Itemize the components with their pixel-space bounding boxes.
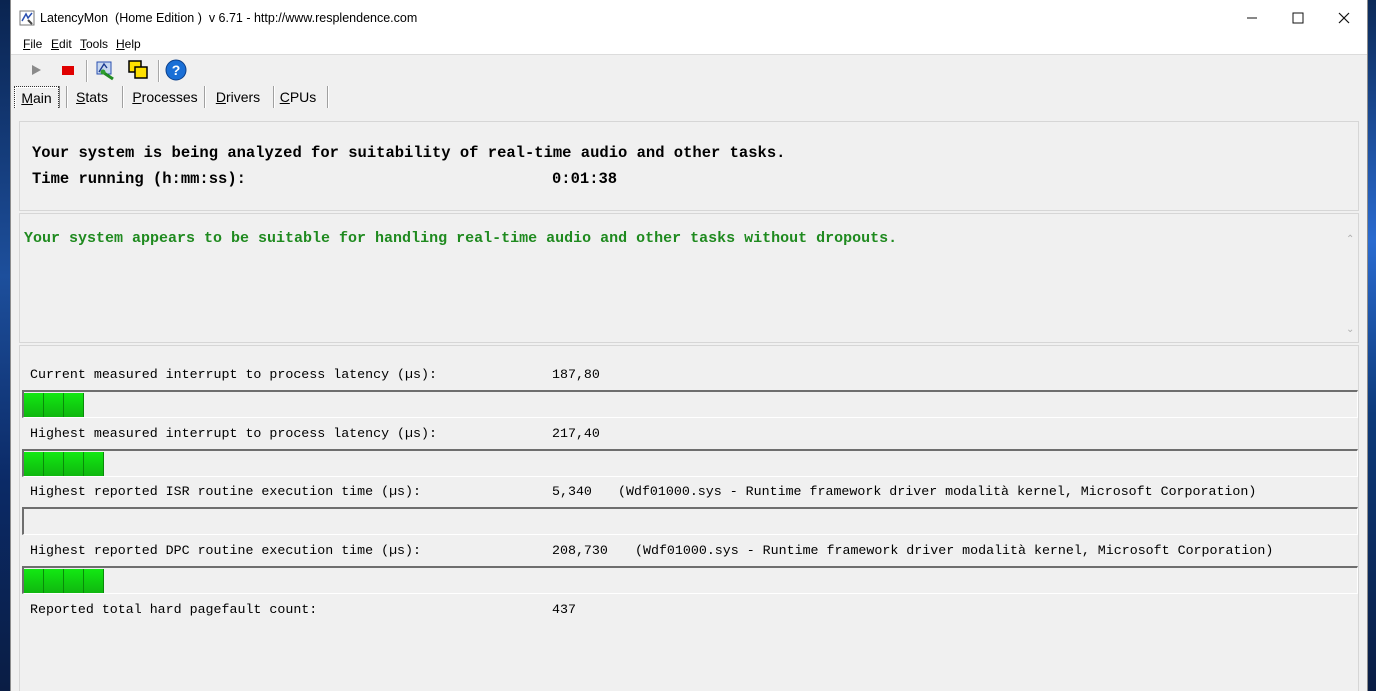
close-button[interactable] — [1321, 0, 1367, 36]
app-icon — [19, 10, 35, 26]
bar-segment — [44, 569, 64, 593]
tab-stats[interactable]: Stats — [69, 86, 115, 108]
stop-button[interactable] — [56, 58, 80, 82]
tab-separator — [122, 86, 124, 108]
tab-separator — [327, 86, 329, 108]
metric-detail-dpc-driver: (Wdf01000.sys - Runtime framework driver… — [635, 543, 1274, 558]
title-bar: LatencyMon (Home Edition ) v 6.71 - http… — [11, 0, 1367, 36]
metric-label-dpc-time: Highest reported DPC routine execution t… — [30, 543, 421, 558]
time-running-value: 0:01:38 — [552, 170, 618, 188]
tab-cpus[interactable]: C PUs — [276, 86, 320, 108]
analysis-status-text: Your system is being analyzed for suitab… — [32, 144, 786, 162]
metrics-panel: Current measured interrupt to process la… — [19, 345, 1359, 691]
close-icon — [1338, 12, 1350, 24]
desktop-background — [0, 0, 10, 691]
menu-bar: File Edit Tools Help — [11, 36, 1367, 54]
window-title: LatencyMon (Home Edition ) v 6.71 - http… — [40, 11, 418, 25]
driver-tool-button[interactable] — [93, 58, 117, 82]
help-icon: ? — [165, 59, 187, 81]
metric-label-isr-time: Highest reported ISR routine execution t… — [30, 484, 421, 499]
verdict-panel: Your system appears to be suitable for h… — [19, 213, 1359, 343]
menu-tools[interactable]: Tools — [80, 37, 108, 51]
bar-fill — [24, 392, 84, 417]
bar-segment — [64, 569, 84, 593]
driver-tool-icon — [96, 61, 114, 81]
metric-label-current-latency: Current measured interrupt to process la… — [30, 367, 437, 382]
bar-segment — [44, 452, 64, 476]
start-button[interactable] — [24, 58, 48, 82]
windows-icon — [128, 60, 148, 79]
metric-value-highest-latency: 217,40 — [552, 426, 600, 441]
isr-bar — [22, 507, 1358, 535]
bar-segment — [24, 393, 44, 417]
scroll-down-icon[interactable]: ⌄ — [1346, 324, 1354, 335]
menu-file[interactable]: File — [23, 37, 42, 51]
metric-value-dpc-time: 208,730 — [552, 543, 608, 558]
time-running-label: Time running (h:mm:ss): — [32, 170, 246, 188]
verdict-text: Your system appears to be suitable for h… — [24, 230, 898, 247]
desktop-background-right — [1368, 0, 1376, 691]
svg-text:?: ? — [172, 62, 181, 78]
tab-processes[interactable]: Processes — [125, 86, 205, 108]
latency-bar-current — [22, 390, 1358, 418]
scroll-up-icon[interactable]: ⌃ — [1346, 234, 1354, 245]
tab-separator — [204, 86, 206, 108]
metric-label-pagefault-count: Reported total hard pagefault count: — [30, 602, 318, 617]
status-panel: Your system is being analyzed for suitab… — [19, 121, 1359, 211]
bar-segment — [24, 452, 44, 476]
metric-value-current-latency: 187,80 — [552, 367, 600, 382]
windows-button[interactable] — [126, 58, 150, 82]
bar-fill — [24, 451, 104, 476]
stop-icon — [62, 66, 74, 75]
latency-bar-highest — [22, 449, 1358, 477]
metric-detail-isr-driver: (Wdf01000.sys - Runtime framework driver… — [618, 484, 1257, 499]
tab-separator — [273, 86, 275, 108]
toolbar-divider — [86, 60, 88, 82]
maximize-icon — [1292, 12, 1304, 24]
help-button[interactable]: ? — [164, 58, 188, 82]
bar-segment — [64, 452, 84, 476]
metric-label-highest-latency: Highest measured interrupt to process la… — [30, 426, 437, 441]
toolbar-separator — [11, 54, 1367, 55]
menu-edit[interactable]: Edit — [51, 37, 72, 51]
play-icon — [32, 65, 41, 75]
minimize-icon — [1247, 17, 1257, 19]
verdict-scrollbar[interactable]: ⌃ ⌄ — [1342, 230, 1358, 342]
tab-main[interactable]: Main — [14, 86, 59, 108]
bar-segment — [84, 569, 104, 593]
maximize-button[interactable] — [1275, 0, 1321, 36]
bar-fill — [24, 568, 104, 593]
bar-segment — [84, 452, 104, 476]
tab-separator — [66, 86, 68, 108]
menu-help[interactable]: Help — [116, 37, 141, 51]
metric-value-pagefault-count: 437 — [552, 602, 576, 617]
dpc-bar — [22, 566, 1358, 594]
minimize-button[interactable] — [1229, 0, 1275, 36]
bar-segment — [64, 393, 84, 417]
toolbar-divider-2 — [158, 60, 160, 82]
bar-segment — [44, 393, 64, 417]
app-window: LatencyMon (Home Edition ) v 6.71 - http… — [10, 0, 1368, 691]
bar-segment — [24, 569, 44, 593]
metric-value-isr-time: 5,340 — [552, 484, 592, 499]
tab-drivers[interactable]: Drivers — [207, 86, 269, 108]
